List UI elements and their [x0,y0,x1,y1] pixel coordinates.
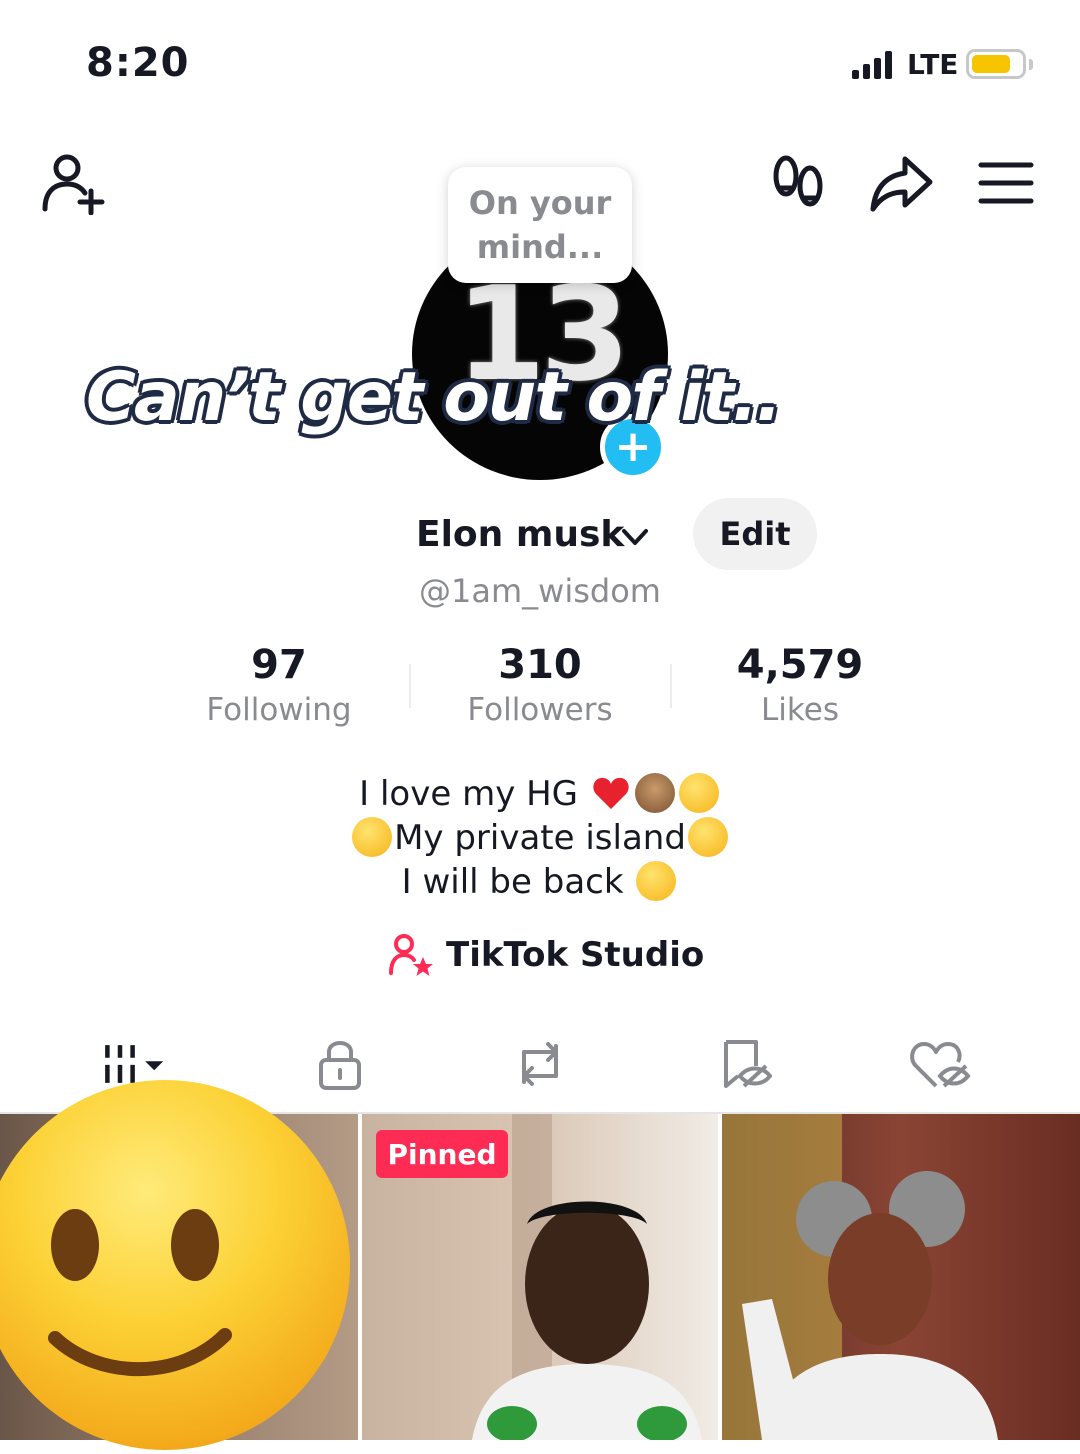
squinting-tongue-face-icon [687,817,728,857]
stat-label: Followers [467,692,613,728]
stat-likes[interactable]: 4,579 Likes [670,642,930,728]
tiktok-studio-label: TikTok Studio [446,935,705,975]
repost-icon [522,1042,558,1086]
slightly-smiling-face-features [48,1209,232,1377]
creator-star-icon [389,934,433,976]
stat-label: Following [206,692,352,728]
video-thumbnail[interactable] [722,1114,1080,1440]
bio-line-3: I will be back [0,860,1080,904]
stat-value: 4,579 [736,642,864,688]
username: @1am_wisdom [419,572,661,610]
battery-icon [966,49,1026,79]
zany-face-icon [636,861,677,901]
bubble-line-2: mind... [476,228,604,266]
bio-line-2: My private island [0,816,1080,860]
tab-liked[interactable] [904,1032,976,1096]
stat-value: 97 [251,642,307,688]
menu-icon [978,162,1034,204]
share-icon [870,156,933,212]
stat-label: Likes [761,692,839,728]
pleading-face-icon [678,773,719,813]
battery-tip [1029,59,1033,70]
chevron-down-icon[interactable] [620,522,650,552]
footprint-icon [773,155,823,207]
stat-value: 310 [498,642,582,688]
overlay-caption: Can’t get out of it.. [86,358,782,437]
display-name[interactable]: Elon musk [416,514,624,555]
squinting-tongue-face-icon [352,817,393,857]
bio-line-1: I love my HG [0,772,1080,816]
tab-favorites[interactable] [706,1032,778,1096]
bio: I love my HG My private island I will be… [0,772,1080,904]
add-friend-button[interactable] [38,150,110,216]
slightly-smiling-face-icon [0,1080,350,1450]
stat-following[interactable]: 97 Following [149,642,409,728]
bio-text: My private island [394,818,686,858]
share-profile-button[interactable] [868,150,934,216]
bubble-line-1: On your [468,184,612,222]
profile-views-button[interactable] [768,152,828,212]
see-no-evil-monkey-icon [634,773,675,813]
on-your-mind-bubble[interactable]: On your mind... [448,167,632,283]
tab-reposts[interactable] [504,1032,576,1096]
liked-icon [910,1042,971,1088]
network-label: LTE [907,48,959,81]
menu-button[interactable] [976,155,1036,211]
status-time: 8:20 [86,40,190,86]
edit-profile-button[interactable]: Edit [693,498,817,570]
bio-text: I will be back [401,862,624,902]
person-thumbnail-image [722,1114,998,1440]
signal-icon [852,51,892,79]
add-friend-icon [42,154,105,215]
pinned-badge: Pinned [376,1130,508,1178]
bio-text: I love my HG [359,774,579,814]
stat-followers[interactable]: 310 Followers [410,642,670,728]
tiktok-studio-link[interactable]: TikTok Studio [388,930,704,980]
favorites-icon [724,1040,772,1088]
red-heart-icon [593,777,629,809]
